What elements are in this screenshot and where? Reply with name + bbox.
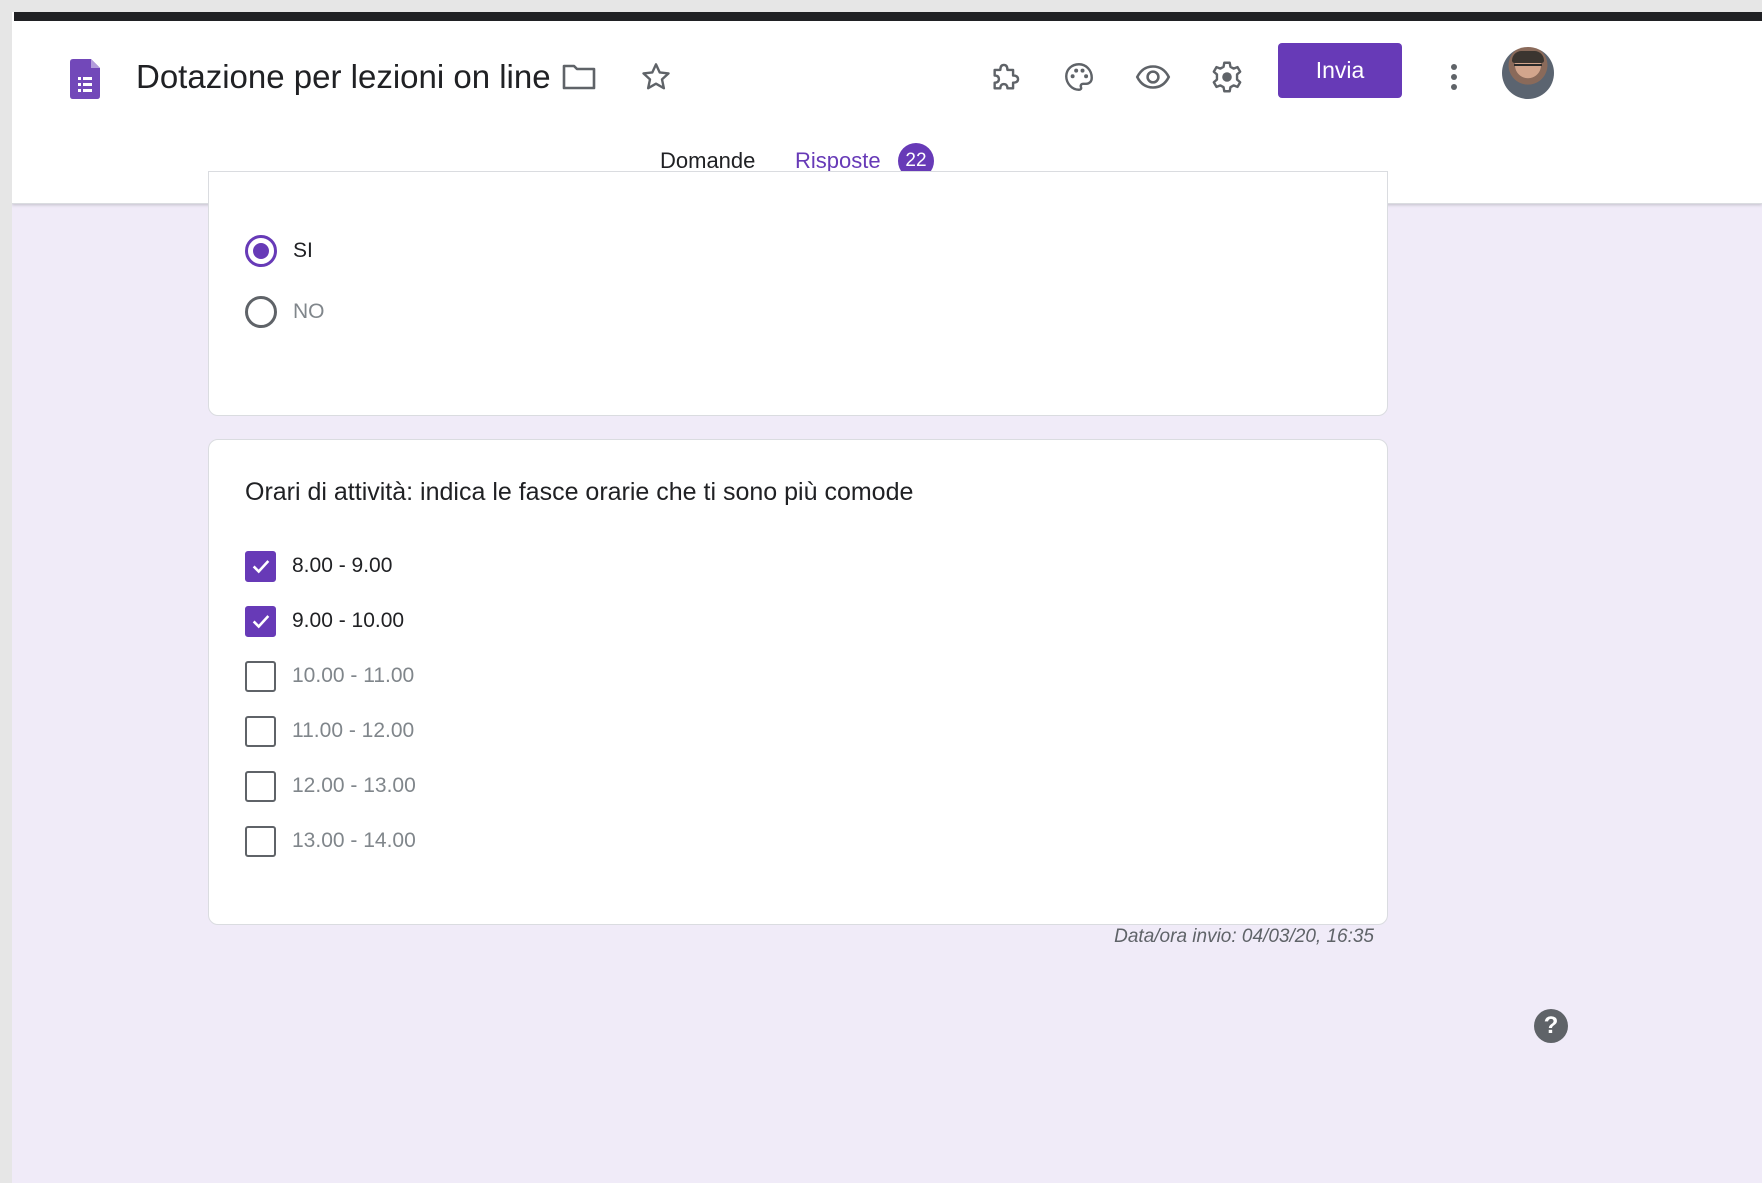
addons-icon[interactable] xyxy=(978,49,1034,105)
form-title[interactable]: Dotazione per lezioni on line ( xyxy=(136,55,561,99)
radio-selected-icon[interactable] xyxy=(245,235,277,267)
avatar-glasses xyxy=(1514,64,1542,70)
window-frame-left xyxy=(0,12,12,1183)
option-label: NO xyxy=(293,300,325,323)
radio-unselected-icon[interactable] xyxy=(245,296,277,328)
radio-option-si[interactable]: SI xyxy=(245,231,313,271)
radio-option-no[interactable]: NO xyxy=(245,292,325,332)
checkbox-option[interactable]: 9.00 - 10.00 xyxy=(245,601,404,641)
checkbox-checked-icon[interactable] xyxy=(245,550,276,582)
more-vert-icon[interactable] xyxy=(1426,49,1482,105)
browser-bar xyxy=(14,12,1762,21)
star-icon[interactable] xyxy=(634,55,678,99)
avatar[interactable] xyxy=(1502,47,1554,99)
checkbox-unchecked-icon[interactable] xyxy=(245,660,276,692)
question-title: Orari di attività: indica le fasce orari… xyxy=(245,478,914,506)
window-frame-top xyxy=(0,0,1762,12)
forms-app: Dotazione per lezioni on line (Invia Do… xyxy=(12,21,1762,1183)
gear-icon[interactable] xyxy=(1199,49,1255,105)
folder-icon[interactable] xyxy=(557,55,601,99)
send-button[interactable]: Invia xyxy=(1278,43,1402,98)
submission-timestamp: Data/ora invio: 04/03/20, 16:35 xyxy=(1114,926,1374,947)
option-label: 9.00 - 10.00 xyxy=(292,609,405,632)
checkbox-unchecked-icon[interactable] xyxy=(245,715,276,747)
checkbox-checked-icon[interactable] xyxy=(245,605,276,637)
checkbox-option[interactable]: 13.00 - 14.00 xyxy=(245,821,416,861)
eye-icon[interactable] xyxy=(1125,49,1181,105)
avatar-hair xyxy=(1512,51,1544,63)
option-label: 12.00 - 13.00 xyxy=(292,774,416,797)
checkbox-unchecked-icon[interactable] xyxy=(245,770,276,802)
option-label: 13.00 - 14.00 xyxy=(292,829,416,852)
option-label: 8.00 - 9.00 xyxy=(292,554,393,577)
palette-icon[interactable] xyxy=(1051,49,1107,105)
forms-logo-icon[interactable] xyxy=(70,59,100,99)
checkbox-option[interactable]: 10.00 - 11.00 xyxy=(245,656,414,696)
checkbox-option[interactable]: 11.00 - 12.00 xyxy=(245,711,414,751)
checkbox-option[interactable]: 12.00 - 13.00 xyxy=(245,766,416,806)
schedule-question-card: Orari di attività: indica le fasce orari… xyxy=(208,439,1388,925)
help-icon[interactable]: ? xyxy=(1534,1009,1568,1043)
checkbox-unchecked-icon[interactable] xyxy=(245,825,276,857)
option-label: 11.00 - 12.00 xyxy=(292,719,415,742)
option-label: SI xyxy=(293,239,313,262)
previous-question-card: SI NO xyxy=(208,171,1388,416)
checkbox-option[interactable]: 8.00 - 9.00 xyxy=(245,546,392,586)
option-label: 10.00 - 11.00 xyxy=(292,664,415,687)
